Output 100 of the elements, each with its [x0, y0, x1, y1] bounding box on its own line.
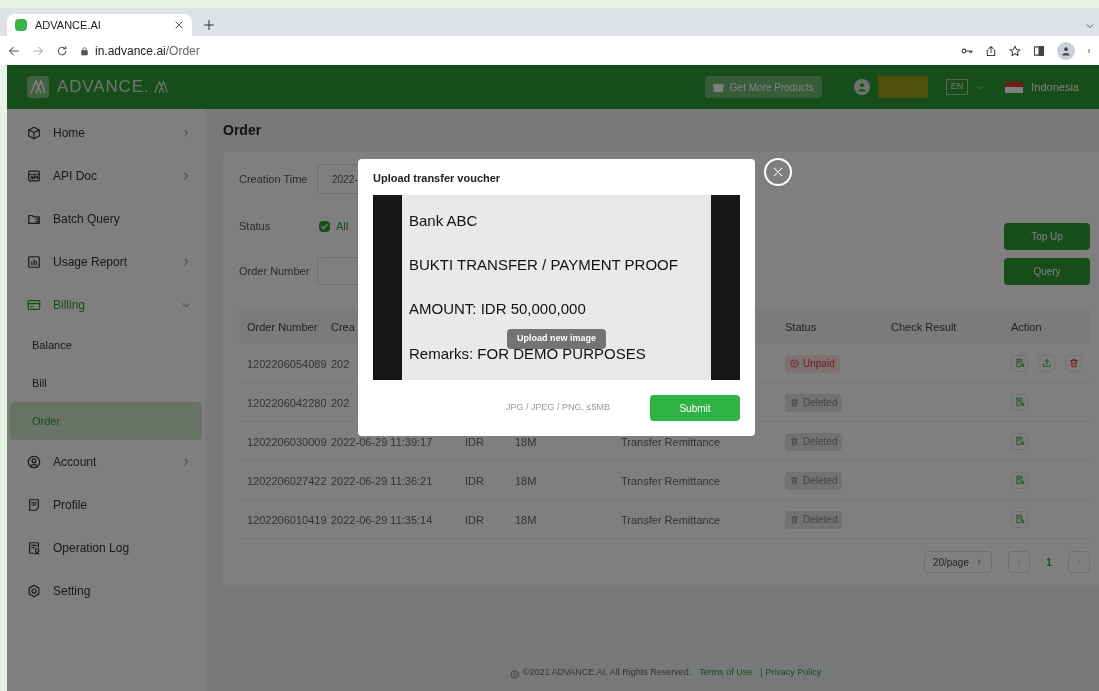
x-circle-icon — [790, 359, 799, 368]
logo-text: ADVANCE. — [57, 76, 150, 99]
action-button[interactable] — [1011, 510, 1028, 528]
sidebar-subitem[interactable]: Bill — [10, 364, 202, 402]
redacted-name-block — [877, 76, 928, 98]
action-button[interactable] — [1011, 354, 1028, 372]
upload-icon — [1041, 358, 1052, 368]
flag-icon — [1005, 81, 1024, 93]
trash-icon — [790, 515, 799, 524]
profile-avatar-icon[interactable] — [1057, 41, 1075, 60]
upload-new-image-button[interactable]: Upload new image — [507, 329, 606, 349]
chevron-right-icon — [975, 558, 983, 566]
close-button[interactable] — [764, 158, 792, 186]
field-label: Order Number — [239, 263, 311, 279]
field-label: Creation Time — [239, 171, 309, 187]
tab-title: ADVANCE.AI — [35, 17, 102, 33]
file-hint: JPG / JPEG / PNG, ≤5MB — [506, 401, 610, 415]
table-cell: 2022-06-29 11:36:21 — [331, 475, 433, 487]
sidebar-item[interactable]: Usage Report — [7, 240, 205, 283]
chevron-right-icon — [181, 127, 191, 138]
sidebar-item[interactable]: Batch Query — [7, 197, 205, 240]
view-document-icon — [1014, 358, 1025, 368]
forward-icon[interactable] — [32, 44, 44, 57]
view-document-icon — [1014, 475, 1025, 485]
document-text: BUKTI TRANSFER / PAYMENT PROOF — [409, 255, 679, 276]
submit-button[interactable]: Submit — [650, 395, 740, 421]
trash-icon — [1068, 358, 1079, 368]
sidebar-item[interactable]: Profile — [7, 483, 205, 526]
language-selector[interactable]: EN — [945, 79, 969, 95]
country-label[interactable]: Indonesia — [1031, 78, 1079, 96]
document-text: Bank ABC — [409, 210, 479, 231]
column-header: Order Number — [247, 321, 318, 333]
new-tab-icon[interactable] — [203, 19, 215, 31]
chevron-right-icon — [181, 170, 191, 181]
footer-link[interactable]: | Privacy Policy — [760, 665, 822, 679]
table-cell: 1202206042280 — [247, 397, 327, 409]
table-cell: 1202206054089 — [247, 358, 327, 370]
back-icon[interactable] — [8, 44, 20, 57]
table-cell: Transfer Remittance — [621, 514, 721, 526]
sidebar-item[interactable]: Operation Log — [7, 526, 205, 569]
table-cell: 2022-06-29 11:35:14 — [331, 514, 433, 526]
column-header: Action — [1011, 321, 1042, 333]
sidebar-item[interactable]: API Doc — [7, 154, 205, 197]
copyright-icon — [509, 670, 519, 679]
sidebar-subitem[interactable]: Balance — [10, 326, 202, 364]
chevron-down-icon[interactable] — [1085, 21, 1095, 31]
page-button[interactable]: 1 — [1038, 551, 1060, 573]
card-icon — [27, 297, 41, 312]
action-button[interactable] — [1011, 432, 1028, 450]
sidebar-item[interactable]: Setting — [7, 569, 205, 612]
cube-icon — [27, 125, 41, 140]
page-size-selector[interactable]: 20/page — [923, 551, 992, 573]
column-header: Crea — [331, 321, 355, 333]
table-cell: 1202206030009 — [247, 436, 327, 448]
document-text: AMOUNT: IDR 50,000,000 — [409, 299, 587, 320]
side-panel-icon[interactable] — [1033, 44, 1045, 57]
table-cell: Transfer Remittance — [621, 475, 721, 487]
checkbox[interactable] — [319, 220, 330, 232]
footer-link[interactable]: Terms of Use — [699, 665, 753, 679]
user-icon — [27, 454, 41, 469]
view-document-icon — [1014, 436, 1025, 446]
top-up-button[interactable]: Top Up — [1004, 222, 1090, 250]
column-header: Status — [785, 321, 817, 333]
gift-icon — [712, 81, 724, 93]
settings-icon — [27, 583, 41, 598]
dialog-title: Upload transfer voucher — [373, 171, 502, 187]
share-icon[interactable] — [985, 44, 997, 57]
sidebar-item[interactable]: Billing — [7, 283, 205, 326]
url-text[interactable]: in.advance.ai/Order — [95, 41, 200, 60]
action-button[interactable] — [1038, 354, 1055, 372]
table-cell: IDR — [465, 436, 484, 448]
table-cell: 202 — [331, 397, 350, 409]
reload-icon[interactable] — [56, 44, 68, 57]
action-button[interactable] — [1011, 471, 1028, 489]
checkbox-label: All — [336, 218, 349, 234]
table-cell: 18M — [515, 436, 537, 448]
sidebar-item[interactable]: Home — [7, 111, 205, 154]
column-header: Check Result — [891, 321, 957, 333]
api-icon — [27, 168, 41, 183]
table-cell: 1202206027422 — [247, 475, 327, 487]
close-icon[interactable] — [174, 20, 184, 30]
status-tag: Unpaid — [785, 354, 840, 373]
logo-mark-icon — [153, 80, 170, 94]
action-button[interactable] — [1011, 393, 1028, 411]
lock-icon — [80, 45, 89, 56]
table-cell: 1202206010419 — [247, 514, 327, 526]
action-button[interactable] — [1065, 354, 1082, 372]
browser-tab[interactable]: ADVANCE.AI — [7, 14, 192, 36]
star-icon[interactable] — [1009, 44, 1021, 57]
chevron-right-icon — [181, 256, 191, 267]
sidebar-item[interactable]: Account — [7, 440, 205, 483]
user-avatar-icon[interactable] — [853, 79, 870, 95]
field-label: Status — [239, 218, 272, 234]
view-document-icon — [1014, 397, 1025, 407]
log-icon — [27, 540, 41, 555]
trash-icon — [790, 476, 799, 485]
bar-chart-icon — [27, 254, 41, 269]
page-title: Order — [223, 121, 263, 140]
query-button[interactable]: Query — [1004, 257, 1090, 285]
trash-icon — [790, 398, 799, 407]
